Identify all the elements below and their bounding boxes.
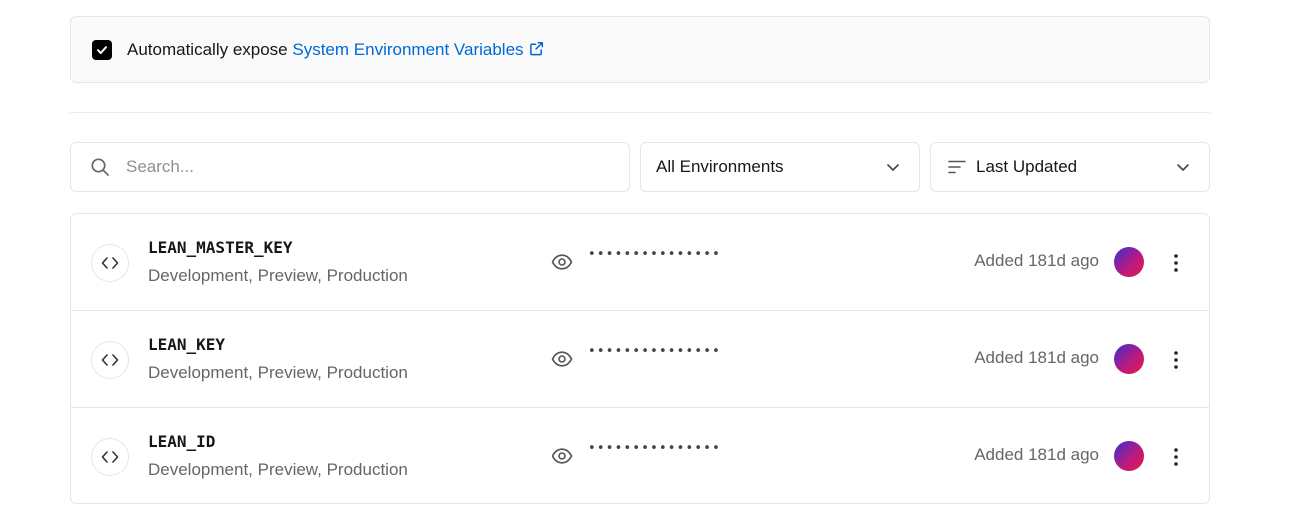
sort-value: Last Updated (976, 157, 1078, 176)
expose-env-vars-panel: Automatically expose System Environment … (70, 16, 1210, 83)
eye-icon[interactable] (551, 446, 573, 466)
expose-env-vars-checkbox[interactable] (92, 39, 112, 60)
more-vertical-icon (1174, 351, 1178, 369)
env-var-environments: Development, Preview, Production (148, 363, 408, 382)
external-link-icon (529, 41, 543, 55)
environment-filter-value: All Environments (656, 157, 784, 176)
system-env-vars-link[interactable]: System Environment Variables (292, 40, 543, 59)
env-var-list: LEAN_MASTER_KEY Development, Preview, Pr… (70, 213, 1210, 504)
chevron-down-icon (887, 164, 899, 171)
sort-select[interactable]: Last Updated (930, 142, 1210, 192)
env-var-row[interactable]: LEAN_ID Development, Preview, Production… (71, 408, 1209, 503)
env-var-added-time: Added 181d ago (974, 445, 1099, 464)
eye-icon[interactable] (551, 252, 573, 272)
env-var-row[interactable]: LEAN_MASTER_KEY Development, Preview, Pr… (71, 214, 1209, 311)
search-input[interactable] (126, 157, 606, 177)
env-var-value-masked: ••••••••••••••• (588, 344, 722, 359)
code-brackets-icon (91, 438, 129, 476)
sort-lines-icon (948, 160, 966, 174)
env-var-value-masked: ••••••••••••••• (588, 441, 722, 456)
env-var-environments: Development, Preview, Production (148, 266, 408, 285)
chevron-down-icon (1177, 164, 1189, 171)
expose-prefix-text: Automatically expose (127, 39, 293, 59)
env-var-name: LEAN_ID (148, 432, 216, 451)
system-env-vars-link-text: System Environment Variables (292, 39, 524, 59)
search-box[interactable] (70, 142, 630, 192)
search-icon (91, 158, 109, 176)
env-var-environments: Development, Preview, Production (148, 460, 408, 479)
avatar (1114, 344, 1144, 374)
more-options-button[interactable] (1164, 445, 1188, 469)
code-brackets-icon (91, 341, 129, 379)
expose-env-vars-label: Automatically expose System Environment … (127, 40, 544, 60)
avatar (1114, 247, 1144, 277)
environment-filter-select[interactable]: All Environments (640, 142, 920, 192)
env-var-added-time: Added 181d ago (974, 251, 1099, 270)
more-options-button[interactable] (1164, 348, 1188, 372)
code-brackets-icon (91, 244, 129, 282)
more-vertical-icon (1174, 254, 1178, 272)
check-icon (97, 45, 107, 54)
section-divider (70, 112, 1210, 113)
more-options-button[interactable] (1164, 251, 1188, 275)
eye-icon[interactable] (551, 349, 573, 369)
env-var-value-masked: ••••••••••••••• (588, 247, 722, 262)
env-var-added-time: Added 181d ago (974, 348, 1099, 367)
avatar (1114, 441, 1144, 471)
env-var-name: LEAN_MASTER_KEY (148, 238, 293, 257)
env-var-name: LEAN_KEY (148, 335, 226, 354)
env-var-row[interactable]: LEAN_KEY Development, Preview, Productio… (71, 311, 1209, 408)
more-vertical-icon (1174, 448, 1178, 466)
